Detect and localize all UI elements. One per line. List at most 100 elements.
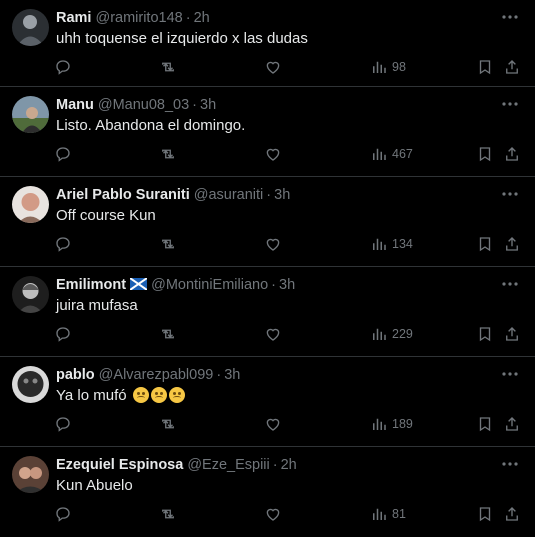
tweet[interactable]: Emilimont @MontiniEmiliano · 3h juira mufas…: [0, 267, 535, 357]
views-icon: [373, 148, 386, 160]
bookmark-icon[interactable]: [476, 144, 494, 164]
woozy-face-icon: [168, 387, 185, 403]
tweet-text: Listo. Abandona el domingo.: [56, 117, 246, 134]
retweet-icon[interactable]: [159, 57, 177, 77]
separator-dot: ·: [271, 277, 277, 293]
views-button[interactable]: 134: [370, 234, 413, 254]
bookmark-icon[interactable]: [476, 414, 494, 434]
more-icon[interactable]: [499, 185, 521, 203]
share-icon[interactable]: [503, 324, 521, 344]
woozy-face-icon: [150, 387, 167, 403]
views-button[interactable]: 229: [370, 324, 413, 344]
timestamp[interactable]: 2h: [194, 10, 210, 26]
heart-icon[interactable]: [264, 57, 282, 77]
user-handle[interactable]: @ramirito148: [95, 10, 182, 26]
user-handle[interactable]: @asuraniti: [194, 187, 264, 203]
display-name[interactable]: Ariel Pablo Suraniti: [56, 187, 190, 203]
views-icon: [373, 238, 386, 250]
action-bar: 134: [54, 234, 521, 254]
bookmark-icon[interactable]: [476, 504, 494, 524]
woozy-face-icon: [132, 387, 149, 403]
tweet[interactable]: Rami @ramirito148 · 2h uhh toquense el izqu…: [0, 0, 535, 87]
action-bar: 81: [54, 504, 521, 524]
retweet-icon[interactable]: [159, 414, 177, 434]
tweet[interactable]: pablo @Alvarezpabl099 · 3h Ya lo mufó 189: [0, 357, 535, 447]
more-icon[interactable]: [499, 365, 521, 383]
tweet-text: Off course Kun: [56, 207, 156, 224]
avatar[interactable]: [12, 186, 49, 223]
tweet-text: uhh toquense el izquierdo x las dudas: [56, 30, 308, 47]
avatar[interactable]: [12, 96, 49, 133]
avatar[interactable]: [12, 9, 49, 46]
separator-dot: ·: [216, 367, 222, 383]
heart-icon[interactable]: [264, 144, 282, 164]
retweet-icon[interactable]: [159, 144, 177, 164]
tweet-text: juira mufasa: [56, 297, 138, 314]
user-handle[interactable]: @Manu08_03: [98, 97, 189, 113]
views-icon: [373, 328, 386, 340]
timestamp[interactable]: 3h: [274, 187, 290, 203]
share-icon[interactable]: [503, 504, 521, 524]
action-bar: 229: [54, 324, 521, 344]
more-icon[interactable]: [499, 275, 521, 293]
retweet-icon[interactable]: [159, 234, 177, 254]
heart-icon[interactable]: [264, 504, 282, 524]
retweet-icon[interactable]: [159, 504, 177, 524]
views-icon: [373, 508, 386, 520]
avatar[interactable]: [12, 276, 49, 313]
view-count: 98: [392, 60, 406, 74]
more-icon[interactable]: [499, 8, 521, 26]
heart-icon[interactable]: [264, 414, 282, 434]
action-bar: 189: [54, 414, 521, 434]
share-icon[interactable]: [503, 234, 521, 254]
view-count: 81: [392, 507, 406, 521]
views-button[interactable]: 81: [370, 504, 406, 524]
view-count: 134: [392, 237, 413, 251]
share-icon[interactable]: [503, 57, 521, 77]
timestamp[interactable]: 2h: [281, 457, 297, 473]
heart-icon[interactable]: [264, 324, 282, 344]
reply-icon[interactable]: [54, 414, 72, 434]
views-button[interactable]: 467: [370, 144, 413, 164]
timestamp[interactable]: 3h: [224, 367, 240, 383]
display-name[interactable]: Manu: [56, 97, 94, 113]
tweet-header: Rami @ramirito148 · 2h: [56, 8, 495, 28]
timestamp[interactable]: 3h: [279, 277, 295, 293]
tweet[interactable]: Manu @Manu08_03 · 3h Listo. Abandona el dom…: [0, 87, 535, 177]
share-icon[interactable]: [503, 144, 521, 164]
separator-dot: ·: [192, 97, 198, 113]
avatar[interactable]: [12, 366, 49, 403]
more-icon[interactable]: [499, 455, 521, 473]
tweet-header: Ezequiel Espinosa @Eze_Espiii · 2h: [56, 455, 495, 475]
reply-icon[interactable]: [54, 57, 72, 77]
reply-icon[interactable]: [54, 234, 72, 254]
tweet[interactable]: Ezequiel Espinosa @Eze_Espiii · 2h Kun Abue…: [0, 447, 535, 537]
views-button[interactable]: 98: [370, 57, 406, 77]
share-icon[interactable]: [503, 414, 521, 434]
bookmark-icon[interactable]: [476, 234, 494, 254]
view-count: 229: [392, 327, 413, 341]
heart-icon[interactable]: [264, 234, 282, 254]
avatar[interactable]: [12, 456, 49, 493]
views-button[interactable]: 189: [370, 414, 413, 434]
views-icon: [373, 418, 386, 430]
view-count: 189: [392, 417, 413, 431]
tweet[interactable]: Ariel Pablo Suraniti @asuraniti · 3h Off co…: [0, 177, 535, 267]
display-name[interactable]: Ezequiel Espinosa: [56, 457, 183, 473]
reply-icon[interactable]: [54, 504, 72, 524]
reply-icon[interactable]: [54, 324, 72, 344]
user-handle[interactable]: @Alvarezpabl099: [99, 367, 214, 383]
reply-icon[interactable]: [54, 144, 72, 164]
bookmark-icon[interactable]: [476, 324, 494, 344]
display-name[interactable]: Emilimont: [56, 277, 126, 293]
bookmark-icon[interactable]: [476, 57, 494, 77]
separator-dot: ·: [185, 10, 191, 26]
more-icon[interactable]: [499, 95, 521, 113]
tweet-header: Ariel Pablo Suraniti @asuraniti · 3h: [56, 185, 495, 205]
user-handle[interactable]: @Eze_Espiii: [187, 457, 269, 473]
retweet-icon[interactable]: [159, 324, 177, 344]
user-handle[interactable]: @MontiniEmiliano: [151, 277, 268, 293]
display-name[interactable]: Rami: [56, 10, 91, 26]
display-name[interactable]: pablo: [56, 367, 95, 383]
timestamp[interactable]: 3h: [200, 97, 216, 113]
